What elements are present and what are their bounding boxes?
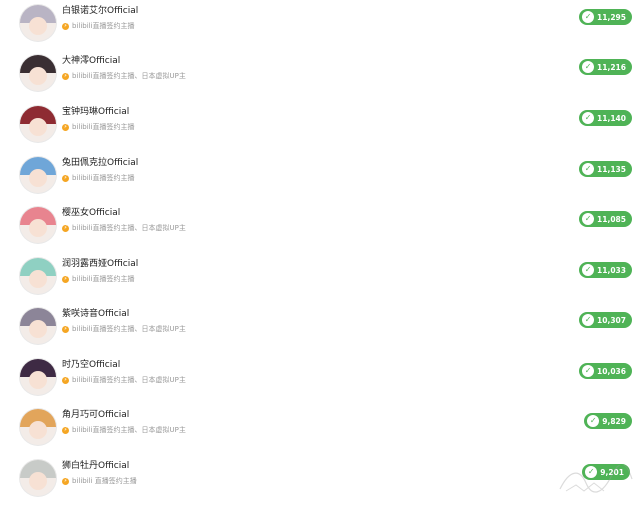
verified-badge-icon: ⚡ xyxy=(62,426,69,434)
streamer-name[interactable]: 樱巫女Official xyxy=(62,207,120,219)
follower-count: 11,216 xyxy=(597,62,626,72)
heart-check-icon: ✓ xyxy=(582,112,595,124)
verification-text: bilibili直播签约主播 xyxy=(72,174,135,182)
list-item[interactable]: 兔田佩克拉Official ⚡ bilibili直播签约主播 ✓ 11,135 xyxy=(0,152,640,202)
avatar-face xyxy=(29,169,47,187)
heart-check-icon: ✓ xyxy=(582,11,595,23)
verification-text: bilibili直播签约主播、日本虚拟UP主 xyxy=(72,376,186,384)
avatar-face xyxy=(29,371,47,389)
list-item[interactable]: 樱巫女Official ⚡ bilibili直播签约主播、日本虚拟UP主 ✓ 11,08… xyxy=(0,202,640,252)
verified-badge-icon: ⚡ xyxy=(62,224,69,232)
list-item[interactable]: 角月巧可Official ⚡ bilibili直播签约主播、日本虚拟UP主 ✓ 9,82… xyxy=(0,404,640,454)
follower-count-badge[interactable]: ✓ 11,216 xyxy=(579,59,632,75)
verification-text: bilibili直播签约主播、日本虚拟UP主 xyxy=(72,426,186,434)
follower-count: 11,085 xyxy=(597,214,626,224)
follower-count-badge[interactable]: ✓ 11,135 xyxy=(579,161,632,177)
streamer-name[interactable]: 润羽露西娅Official xyxy=(62,258,138,270)
streamer-name[interactable]: 狮白牡丹Official xyxy=(62,460,129,472)
verified-badge-icon: ⚡ xyxy=(62,22,69,30)
avatar[interactable] xyxy=(20,55,56,91)
watermark-logo xyxy=(559,465,633,493)
verification-text: bilibili直播签约主播 xyxy=(72,22,135,30)
follower-count-badge[interactable]: ✓ 11,140 xyxy=(579,110,632,126)
verification-line: ⚡ bilibili直播签约主播 xyxy=(62,274,135,284)
list-item[interactable]: 润羽露西娅Official ⚡ bilibili直播签约主播 ✓ 11,033 xyxy=(0,253,640,303)
heart-check-icon: ✓ xyxy=(582,264,595,276)
verification-text: bilibili直播签约主播 xyxy=(72,123,135,131)
follower-count: 10,036 xyxy=(597,366,626,376)
follower-count-badge[interactable]: ✓ 11,295 xyxy=(579,9,632,25)
avatar[interactable] xyxy=(20,5,56,41)
heart-check-icon: ✓ xyxy=(582,314,595,326)
streamer-name[interactable]: 大神澪Official xyxy=(62,55,120,67)
avatar[interactable] xyxy=(20,359,56,395)
avatar-face xyxy=(29,270,47,288)
follower-ranking-list: 白银诺艾尔Official ⚡ bilibili直播签约主播 ✓ 11,295 大神澪Of… xyxy=(0,0,640,497)
follower-count: 11,295 xyxy=(597,12,626,22)
verification-line: ⚡ bilibili直播签约主播 xyxy=(62,21,135,31)
verification-text: bilibili直播签约主播、日本虚拟UP主 xyxy=(72,325,186,333)
follower-count: 11,135 xyxy=(597,164,626,174)
verification-text: bilibili 直播签约主播 xyxy=(72,477,137,485)
avatar-face xyxy=(29,17,47,35)
avatar-face xyxy=(29,118,47,136)
follower-count: 11,140 xyxy=(597,113,626,123)
heart-check-icon: ✓ xyxy=(582,213,595,225)
verification-text: bilibili直播签约主播、日本虚拟UP主 xyxy=(72,72,186,80)
avatar-face xyxy=(29,320,47,338)
avatar[interactable] xyxy=(20,308,56,344)
avatar[interactable] xyxy=(20,460,56,496)
verified-badge-icon: ⚡ xyxy=(62,123,69,131)
follower-count: 9,829 xyxy=(602,416,626,426)
follower-count: 11,033 xyxy=(597,265,626,275)
verified-badge-icon: ⚡ xyxy=(62,174,69,182)
verified-badge-icon: ⚡ xyxy=(62,72,69,80)
avatar[interactable] xyxy=(20,409,56,445)
verification-line: ⚡ bilibili直播签约主播、日本虚拟UP主 xyxy=(62,71,186,81)
heart-check-icon: ✓ xyxy=(582,163,595,175)
verified-badge-icon: ⚡ xyxy=(62,477,69,485)
avatar[interactable] xyxy=(20,106,56,142)
streamer-name[interactable]: 兔田佩克拉Official xyxy=(62,157,138,169)
list-item[interactable]: 白银诺艾尔Official ⚡ bilibili直播签约主播 ✓ 11,295 xyxy=(0,0,640,50)
verification-text: bilibili直播签约主播 xyxy=(72,275,135,283)
avatar[interactable] xyxy=(20,207,56,243)
list-item[interactable]: 大神澪Official ⚡ bilibili直播签约主播、日本虚拟UP主 ✓ 11,21… xyxy=(0,50,640,100)
verification-line: ⚡ bilibili直播签约主播 xyxy=(62,122,135,132)
follower-count-badge[interactable]: ✓ 11,033 xyxy=(579,262,632,278)
follower-count-badge[interactable]: ✓ 9,829 xyxy=(584,413,632,429)
list-item[interactable]: 时乃空Official ⚡ bilibili直播签约主播、日本虚拟UP主 ✓ 10,03… xyxy=(0,354,640,404)
verification-line: ⚡ bilibili直播签约主播 xyxy=(62,173,135,183)
verification-line: ⚡ bilibili直播签约主播、日本虚拟UP主 xyxy=(62,324,186,334)
follower-count: 10,307 xyxy=(597,315,626,325)
avatar-face xyxy=(29,421,47,439)
heart-check-icon: ✓ xyxy=(582,61,595,73)
streamer-name[interactable]: 宝钟玛琳Official xyxy=(62,106,129,118)
verification-line: ⚡ bilibili直播签约主播、日本虚拟UP主 xyxy=(62,223,186,233)
verified-badge-icon: ⚡ xyxy=(62,275,69,283)
list-item[interactable]: 狮白牡丹Official ⚡ bilibili 直播签约主播 ✓ 9,201 xyxy=(0,455,640,505)
streamer-name[interactable]: 时乃空Official xyxy=(62,359,120,371)
avatar[interactable] xyxy=(20,157,56,193)
heart-check-icon: ✓ xyxy=(582,365,595,377)
avatar-face xyxy=(29,472,47,490)
list-item[interactable]: 宝钟玛琳Official ⚡ bilibili直播签约主播 ✓ 11,140 xyxy=(0,101,640,151)
verified-badge-icon: ⚡ xyxy=(62,325,69,333)
avatar-face xyxy=(29,219,47,237)
follower-count-badge[interactable]: ✓ 11,085 xyxy=(579,211,632,227)
list-item[interactable]: 紫咲诗音Official ⚡ bilibili直播签约主播、日本虚拟UP主 ✓ 10,3… xyxy=(0,303,640,353)
verified-badge-icon: ⚡ xyxy=(62,376,69,384)
verification-line: ⚡ bilibili直播签约主播、日本虚拟UP主 xyxy=(62,425,186,435)
verification-line: ⚡ bilibili 直播签约主播 xyxy=(62,476,137,486)
streamer-name[interactable]: 白银诺艾尔Official xyxy=(62,5,138,17)
avatar[interactable] xyxy=(20,258,56,294)
follower-count-badge[interactable]: ✓ 10,307 xyxy=(579,312,632,328)
follower-count-badge[interactable]: ✓ 10,036 xyxy=(579,363,632,379)
streamer-name[interactable]: 紫咲诗音Official xyxy=(62,308,129,320)
verification-text: bilibili直播签约主播、日本虚拟UP主 xyxy=(72,224,186,232)
avatar-face xyxy=(29,67,47,85)
verification-line: ⚡ bilibili直播签约主播、日本虚拟UP主 xyxy=(62,375,186,385)
heart-check-icon: ✓ xyxy=(587,415,600,427)
streamer-name[interactable]: 角月巧可Official xyxy=(62,409,129,421)
